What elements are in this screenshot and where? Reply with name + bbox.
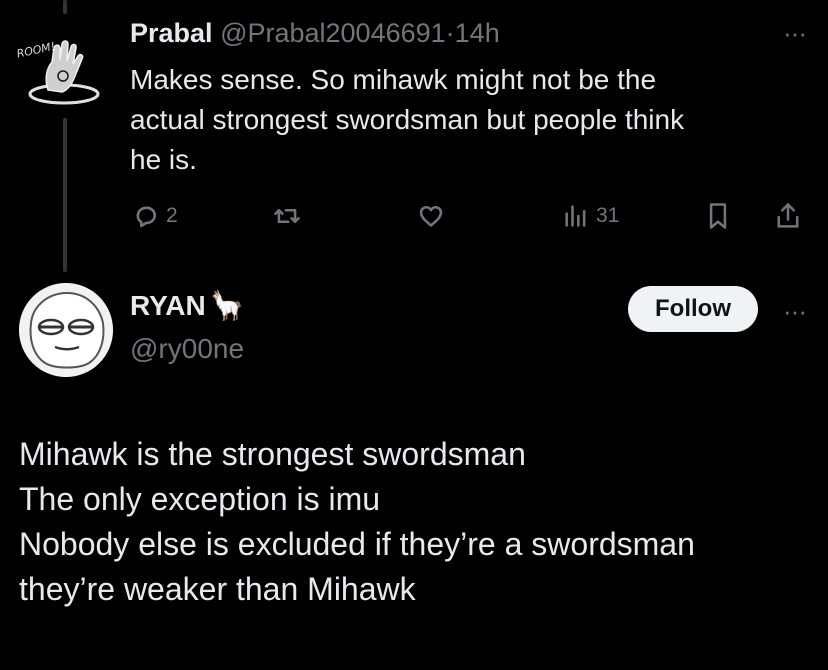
heart-icon bbox=[419, 205, 443, 227]
tweet-line: actual strongest swordsman but people th… bbox=[130, 104, 685, 135]
tweet-line: Mihawk is the strongest swordsman bbox=[19, 436, 526, 472]
follow-button[interactable]: Follow bbox=[628, 286, 758, 332]
action-bar: 2 31 bbox=[0, 196, 828, 236]
thread-line-bottom bbox=[63, 118, 67, 272]
share-icon bbox=[777, 203, 799, 228]
reply-tweet-header: Prabal @Prabal20046691·14h bbox=[130, 18, 500, 49]
retweet-icon bbox=[274, 208, 300, 224]
hand-room-avatar-icon: ROOM! bbox=[16, 40, 100, 105]
views-count: 31 bbox=[596, 204, 620, 227]
bookmark-button[interactable] bbox=[704, 196, 732, 236]
analytics-icon bbox=[565, 205, 586, 227]
reply-icon bbox=[136, 206, 157, 228]
tweet-text: Makes sense. So mihawk might not be the … bbox=[130, 60, 810, 180]
avatar[interactable] bbox=[19, 283, 113, 377]
avatar[interactable]: ROOM! bbox=[14, 32, 110, 112]
tweet-line: they’re weaker than Mihawk bbox=[19, 571, 416, 607]
separator: · bbox=[445, 18, 455, 48]
meme-face-avatar-icon bbox=[19, 283, 113, 377]
retweet-button[interactable] bbox=[272, 196, 302, 236]
tweet-text: Mihawk is the strongest swordsman The on… bbox=[19, 432, 819, 612]
author-name[interactable]: RYAN bbox=[130, 290, 206, 322]
bookmark-icon bbox=[709, 203, 727, 229]
views-button[interactable]: 31 bbox=[562, 196, 619, 236]
timestamp[interactable]: 14h bbox=[455, 18, 500, 48]
more-options-icon[interactable]: ··· bbox=[783, 296, 807, 327]
tweet-line: Nobody else is excluded if they’re a swo… bbox=[19, 526, 695, 562]
author-name-row: RYAN 🦙 bbox=[130, 289, 245, 322]
thread-line-top bbox=[63, 0, 67, 14]
reply-button[interactable]: 2 bbox=[132, 196, 178, 236]
author-handle[interactable]: @ry00ne bbox=[130, 333, 244, 365]
svg-text:ROOM!: ROOM! bbox=[16, 40, 57, 61]
share-button[interactable] bbox=[774, 196, 802, 236]
llama-emoji: 🦙 bbox=[209, 290, 245, 321]
like-button[interactable] bbox=[416, 196, 446, 236]
author-handle[interactable]: @Prabal20046691 bbox=[220, 18, 446, 48]
tweet-line: The only exception is imu bbox=[19, 481, 381, 517]
more-options-icon[interactable]: ··· bbox=[783, 18, 807, 49]
tweet-line: he is. bbox=[130, 144, 197, 175]
reply-count: 2 bbox=[166, 204, 178, 227]
author-name[interactable]: Prabal bbox=[130, 18, 213, 48]
tweet-line: Makes sense. So mihawk might not be the bbox=[130, 64, 657, 95]
